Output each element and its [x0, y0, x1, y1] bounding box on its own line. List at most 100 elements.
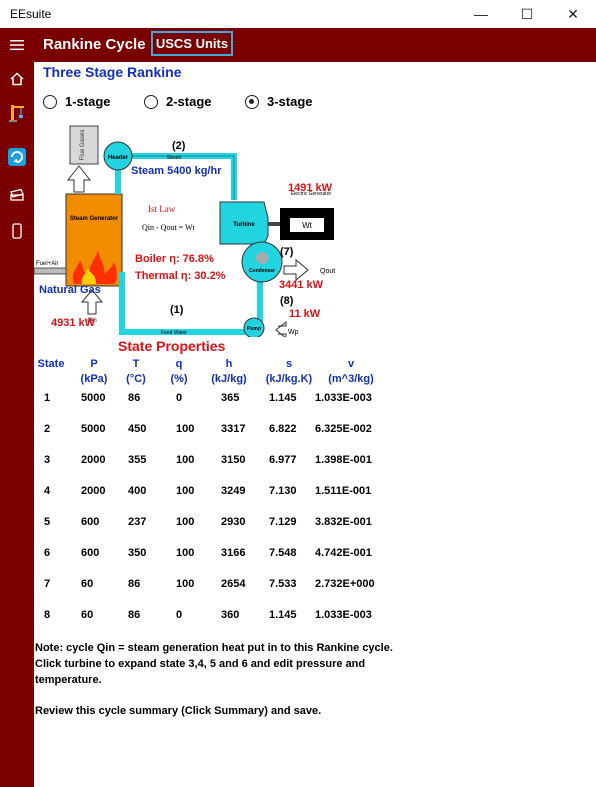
table-cell: 100	[176, 578, 195, 590]
state-8-label: (8)	[280, 295, 294, 307]
column-unit-v: (m^3/kg)	[328, 373, 374, 385]
phone-icon	[12, 223, 22, 239]
home-button[interactable]	[0, 62, 34, 96]
table-cell: 1.398E-001	[315, 454, 372, 466]
table-cell: 5	[44, 516, 51, 528]
table-cell: 100	[176, 547, 195, 559]
table-cell: 5000	[81, 392, 106, 404]
table-cell: 7.533	[269, 578, 297, 590]
phone-button[interactable]	[0, 214, 34, 248]
table-cell: 6.822	[269, 423, 297, 435]
table-cell: 6	[44, 547, 51, 559]
radio-circle	[43, 94, 57, 109]
table-cell: 2.732E+000	[315, 578, 375, 590]
wt-label: Wt	[302, 221, 313, 230]
table-cell: 4	[44, 485, 51, 497]
column-header-p: P	[90, 358, 98, 370]
table-cell: 400	[128, 485, 147, 497]
radio-1-stage[interactable]: 1-stage	[43, 94, 111, 109]
table-cell: 1.033E-003	[315, 392, 372, 404]
table-cell: 365	[221, 392, 240, 404]
table-row[interactable]: 6 600 350 100 3166 7.548 4.742E-001	[34, 547, 434, 563]
table-cell: 1.511E-001	[315, 485, 372, 497]
table-row[interactable]: 8 60 86 0 360 1.145 1.033E-003	[34, 609, 434, 625]
column-unit-p: (kPa)	[80, 373, 108, 385]
table-row[interactable]: 4 2000 400 100 3249 7.130 1.511E-001	[34, 485, 434, 501]
heat-input-value: 4931 kW	[51, 317, 96, 329]
note-text: Note: cycle Qin = steam generation heat …	[35, 642, 393, 686]
column-header-v: v	[347, 358, 355, 370]
table-cell: 355	[128, 454, 147, 466]
table-cell: 3317	[221, 423, 246, 435]
table-cell: 2	[44, 423, 51, 435]
radio-label: 1-stage	[65, 94, 111, 109]
steam-pipe-top-outline	[130, 155, 235, 200]
table-cell: 3249	[221, 485, 246, 497]
column-header-state: State	[37, 358, 65, 370]
table-cell: 1.145	[269, 392, 297, 404]
table-cell: 60	[81, 609, 94, 621]
table-cell: 600	[81, 516, 100, 528]
fuel-type[interactable]: Natural Gas	[39, 284, 101, 296]
wp-label: Wp	[288, 329, 299, 336]
state-2-label: (2)	[172, 140, 186, 152]
table-cell: 6.977	[269, 454, 297, 466]
fuel-air-label: Fuel+Air	[36, 261, 59, 267]
thermal-efficiency: Thermal η: 30.2%	[135, 270, 226, 282]
table-cell: 600	[81, 547, 100, 559]
table-cell: 2930	[221, 516, 246, 528]
pump-label: Pump	[247, 326, 261, 332]
radio-2-stage[interactable]: 2-stage	[144, 94, 212, 109]
wp-arrow	[275, 320, 287, 337]
table-row[interactable]: 1 5000 86 0 365 1.145 1.033E-003	[34, 392, 434, 408]
table-cell: 2000	[81, 485, 106, 497]
home-icon	[10, 72, 24, 86]
table-cell: 450	[128, 423, 147, 435]
cycle-subtitle: Three Stage Rankine	[43, 64, 182, 80]
cycle-icon	[8, 148, 26, 166]
column-header-t: T	[132, 358, 140, 370]
steam-flow-value[interactable]: Steam 5400 kg/hr	[131, 165, 222, 177]
review-note: Review this cycle summary (Click Summary…	[35, 705, 322, 717]
steam-pipe-label: Steam	[167, 155, 181, 161]
radio-circle-selected	[245, 94, 259, 109]
units-button[interactable]: USCS Units	[151, 31, 233, 56]
table-cell: 100	[176, 423, 195, 435]
minimize-button[interactable]: —	[458, 0, 504, 28]
table-cell: 86	[128, 578, 141, 590]
table-row[interactable]: 5 600 237 100 2930 7.129 3.832E-001	[34, 516, 434, 532]
crane-icon	[9, 105, 24, 122]
table-row[interactable]: 7 60 86 100 2654 7.533 2.732E+000	[34, 578, 434, 594]
table-cell: 2654	[221, 578, 246, 590]
condenser-inner	[256, 252, 268, 264]
table-cell: 7.129	[269, 516, 297, 528]
radio-3-stage[interactable]: 3-stage	[245, 94, 313, 109]
state-1-label: (1)	[170, 304, 184, 316]
app-title: EEsuite	[10, 7, 52, 21]
table-cell: 1.033E-003	[315, 609, 372, 621]
close-button[interactable]: ✕	[550, 0, 596, 28]
table-cell: 3	[44, 454, 51, 466]
table-cell: 1.145	[269, 609, 297, 621]
maximize-button[interactable]: ☐	[504, 0, 550, 28]
cycle-button[interactable]	[0, 140, 34, 174]
table-row[interactable]: 2 5000 450 100 3317 6.822 6.325E-002	[34, 423, 434, 439]
menu-button[interactable]	[0, 28, 34, 62]
turbine-power-value: 1491 kW	[288, 182, 333, 194]
page-title: Rankine Cycle	[43, 36, 146, 53]
table-cell: 4.742E-001	[315, 547, 372, 559]
main-content: Three Stage Rankine 1-stage 2-stage 3-st…	[34, 62, 596, 787]
table-cell: 7.548	[269, 547, 297, 559]
table-cell: 6.325E-002	[315, 423, 372, 435]
fuel-pipe	[34, 267, 67, 275]
flue-arrow	[66, 165, 92, 193]
ticket-button[interactable]	[0, 178, 34, 212]
turbine-label: Turbine	[233, 222, 255, 228]
feed-water-label: Feed Water	[161, 330, 187, 336]
table-cell: 100	[176, 454, 195, 466]
column-header-q: q	[175, 358, 183, 370]
table-row[interactable]: 3 2000 355 100 3150 6.977 1.398E-001	[34, 454, 434, 470]
crane-button[interactable]	[0, 96, 34, 130]
state-properties-title: State Properties	[118, 338, 226, 354]
column-unit-q: (%)	[170, 373, 188, 385]
